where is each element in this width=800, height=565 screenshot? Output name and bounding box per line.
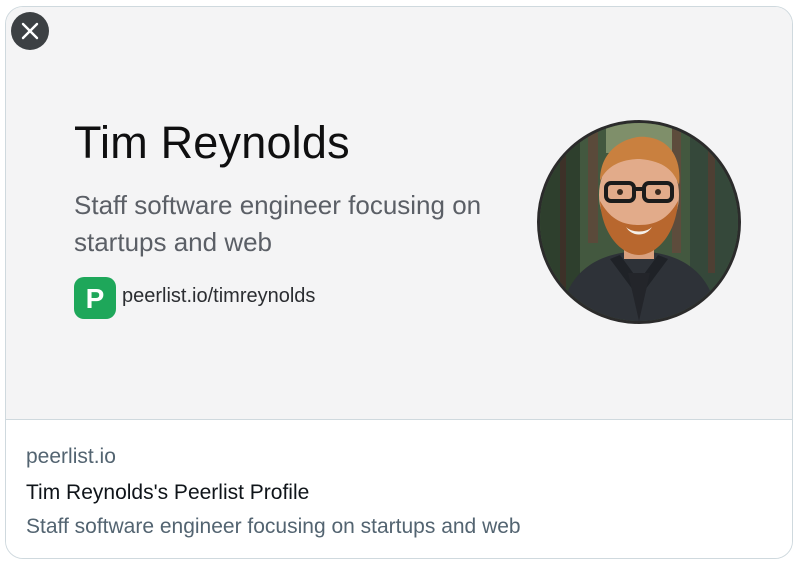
link-description: Staff software engineer focusing on star… bbox=[26, 515, 521, 538]
profile-url: peerlist.io/timreynolds bbox=[122, 285, 316, 307]
preview-image[interactable]: Tim Reynolds Staff software engineer foc… bbox=[6, 7, 792, 420]
profile-name: Tim Reynolds bbox=[74, 117, 350, 168]
close-button[interactable] bbox=[11, 12, 49, 50]
avatar bbox=[537, 120, 741, 324]
peerlist-logo-icon: P bbox=[74, 277, 116, 319]
link-preview-footer[interactable]: peerlist.io Tim Reynolds's Peerlist Prof… bbox=[6, 420, 792, 558]
link-title: Tim Reynolds's Peerlist Profile bbox=[26, 481, 310, 504]
profile-bio: Staff software engineer focusing on star… bbox=[74, 190, 482, 257]
link-domain: peerlist.io bbox=[26, 445, 116, 468]
close-icon bbox=[21, 22, 39, 40]
logo-letter: P bbox=[86, 283, 105, 313]
link-preview-card[interactable]: Tim Reynolds Staff software engineer foc… bbox=[5, 6, 793, 559]
